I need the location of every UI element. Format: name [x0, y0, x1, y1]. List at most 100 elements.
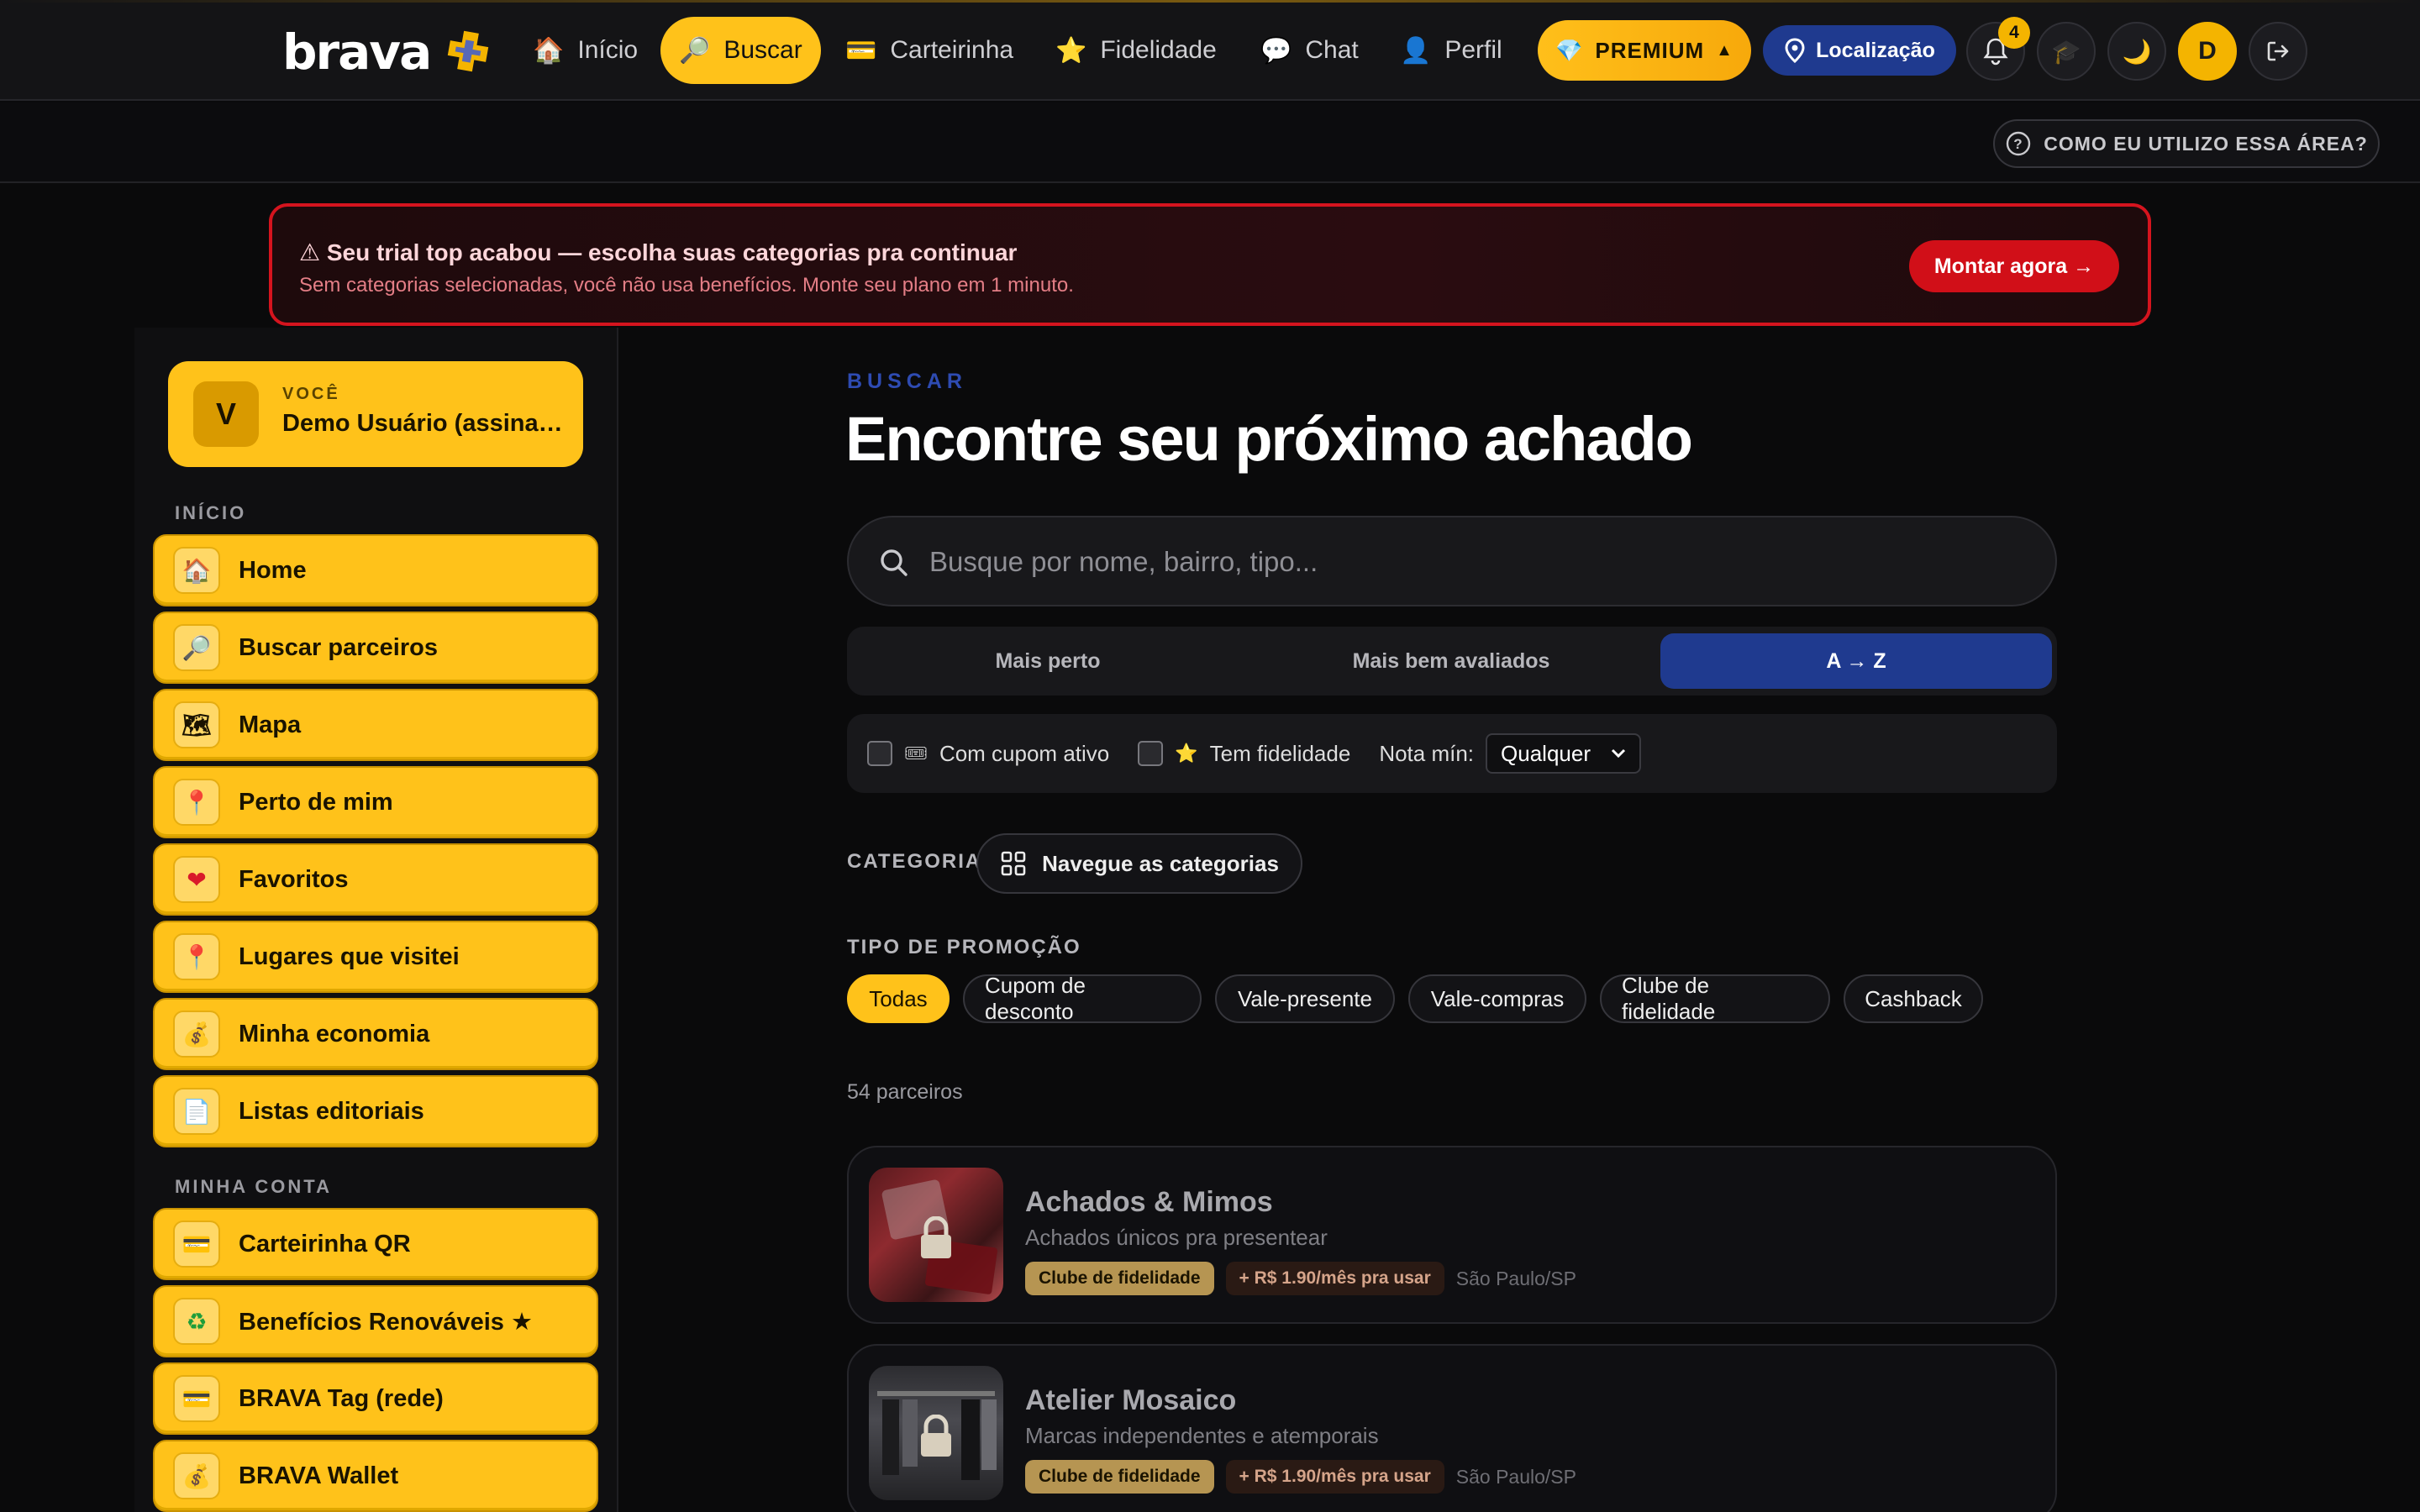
- search-input[interactable]: [929, 536, 2022, 588]
- coupon-checkbox[interactable]: [867, 741, 892, 766]
- partner-tags: Clube de fidelidade + R$ 1.90/mês pra us…: [1025, 1262, 1576, 1295]
- loyalty-filter-label: Tem fidelidade: [1209, 740, 1351, 766]
- chip-clube-de-fidelidade[interactable]: Clube de fidelidade: [1600, 973, 1830, 1024]
- sidebar-item-mapa[interactable]: 🗺 Mapa: [153, 689, 598, 761]
- tab-a-z[interactable]: A → Z: [1660, 633, 2052, 689]
- graduation-button[interactable]: 🎓: [2037, 22, 2096, 81]
- logout-button[interactable]: [2249, 22, 2307, 81]
- chip-cupom-de-desconto[interactable]: Cupom de desconto: [963, 973, 1202, 1024]
- sidebar-item-perto-de-mim[interactable]: 📍 Perto de mim: [153, 766, 598, 838]
- browse-categories-label: Navegue as categorias: [1042, 850, 1279, 876]
- partner-city: São Paulo/SP: [1455, 1465, 1576, 1488]
- nav-fidelidade[interactable]: ⭐ Fidelidade: [1037, 17, 1235, 84]
- sub-toolbar: ? COMO EU UTILIZO ESSA ÁREA?: [0, 102, 2420, 183]
- nav-chat[interactable]: 💬 Chat: [1242, 17, 1377, 84]
- location-button[interactable]: Localização: [1763, 25, 1956, 76]
- search-icon: [881, 549, 908, 576]
- document-icon: 📄: [173, 1088, 220, 1135]
- sidebar-item-label: Benefícios Renováveis ★: [239, 1308, 533, 1336]
- graduation-cap-icon: 🎓: [2051, 38, 2081, 65]
- svg-text:?: ?: [2014, 136, 2023, 152]
- sidebar-item-home[interactable]: 🏠 Home: [153, 534, 598, 606]
- partner-description: Marcas independentes e atemporais: [1025, 1423, 1379, 1448]
- sidebar-item-label: Lugares que visitei: [239, 942, 460, 970]
- nav-buscar[interactable]: 🔎 Buscar: [660, 17, 821, 84]
- help-button[interactable]: ? COMO EU UTILIZO ESSA ÁREA?: [1993, 119, 2380, 168]
- sidebar-section-title: INÍCIO: [175, 502, 247, 523]
- tab-mais-perto[interactable]: Mais perto: [852, 633, 1244, 689]
- chip-vale-compras[interactable]: Vale-compras: [1408, 974, 1586, 1023]
- nav-label: Início: [577, 36, 639, 64]
- chip-todas[interactable]: Todas: [847, 974, 950, 1023]
- sidebar-item-label: Favoritos: [239, 865, 349, 893]
- sidebar-item-label: Buscar parceiros: [239, 633, 438, 661]
- sidebar-item-carteirinha-qr[interactable]: 💳 Carteirinha QR: [153, 1208, 598, 1280]
- pin-icon: 📍: [173, 779, 220, 826]
- star-icon: ⭐: [1175, 743, 1198, 764]
- sidebar: V VOCÊ Demo Usuário (assinante) INÍCIO 🏠…: [134, 328, 618, 1512]
- nav-perfil[interactable]: 👤 Perfil: [1381, 17, 1521, 84]
- promo-type-badge: Clube de fidelidade: [1025, 1262, 1214, 1295]
- question-icon: ?: [2007, 131, 2031, 156]
- partner-name: Achados & Mimos: [1025, 1186, 1273, 1218]
- person-icon: 👤: [1400, 36, 1432, 65]
- sidebar-item-lugares-visitados[interactable]: 📍 Lugares que visitei: [153, 921, 598, 993]
- chevron-down-icon: [1611, 748, 1626, 759]
- promo-type-label: TIPO DE PROMOÇÃO: [847, 936, 1081, 958]
- sidebar-item-listas-editoriais[interactable]: 📄 Listas editoriais: [153, 1075, 598, 1147]
- filters-bar: 🎟 Com cupom ativo ⭐ Tem fidelidade Nota …: [847, 714, 2057, 793]
- price-badge: + R$ 1.90/mês pra usar: [1225, 1262, 1444, 1295]
- partner-card[interactable]: Atelier Mosaico Marcas independentes e a…: [847, 1344, 2057, 1512]
- min-rating-label: Nota mín:: [1379, 740, 1475, 766]
- sidebar-item-favoritos[interactable]: ❤ Favoritos: [153, 843, 598, 916]
- nav-label: Chat: [1305, 36, 1359, 64]
- notifications-badge: 4: [1998, 17, 2030, 49]
- tab-mais-bem-avaliados[interactable]: Mais bem avaliados: [1255, 633, 1647, 689]
- user-card-avatar: V: [193, 381, 259, 447]
- grid-icon: [1001, 851, 1026, 876]
- page-kicker: BUSCAR: [847, 370, 967, 393]
- min-rating-select[interactable]: Qualquer: [1486, 733, 1641, 774]
- nav-inicio[interactable]: 🏠 Início: [514, 17, 656, 84]
- diamond-icon: 💎: [1555, 37, 1584, 63]
- sidebar-item-label: BRAVA Tag (rede): [239, 1384, 444, 1412]
- chip-vale-presente[interactable]: Vale-presente: [1215, 974, 1395, 1023]
- house-icon: 🏠: [533, 36, 565, 65]
- map-icon: 🗺: [173, 701, 220, 748]
- results-count: 54 parceiros: [847, 1080, 963, 1104]
- nav-label: Fidelidade: [1100, 36, 1217, 64]
- sidebar-item-label: Mapa: [239, 711, 302, 738]
- sidebar-item-beneficios-renovaveis[interactable]: ♻ Benefícios Renováveis ★: [153, 1285, 598, 1357]
- build-plan-button[interactable]: Montar agora →: [1909, 240, 2119, 292]
- sidebar-item-brava-tag[interactable]: 💳 BRAVA Tag (rede): [153, 1362, 598, 1435]
- browse-categories-button[interactable]: Navegue as categorias: [976, 833, 1302, 894]
- moon-icon: 🌙: [2122, 38, 2152, 65]
- nav-label: Carteirinha: [890, 36, 1014, 64]
- chip-cashback[interactable]: Cashback: [1844, 974, 1983, 1023]
- nav-carteirinha[interactable]: 💳 Carteirinha: [827, 17, 1032, 84]
- user-card-kicker: VOCÊ: [282, 385, 340, 403]
- lock-icon: [921, 1415, 951, 1457]
- house-icon: 🏠: [173, 547, 220, 594]
- help-label: COMO EU UTILIZO ESSA ÁREA?: [2044, 132, 2368, 155]
- sidebar-item-minha-economia[interactable]: 💰 Minha economia: [153, 998, 598, 1070]
- theme-toggle-button[interactable]: 🌙: [2107, 22, 2166, 81]
- search-box: [847, 516, 2057, 606]
- category-label: CATEGORIA: [847, 850, 982, 873]
- alert-title: ⚠ Seu trial top acabou — escolha suas ca…: [299, 239, 1018, 265]
- coupon-filter-label: Com cupom ativo: [939, 740, 1110, 766]
- magnifier-icon: 🔎: [679, 36, 711, 65]
- sidebar-item-label: Listas editoriais: [239, 1097, 424, 1125]
- user-avatar[interactable]: D: [2178, 22, 2237, 81]
- premium-button[interactable]: 💎 PREMIUM ▲: [1538, 20, 1751, 81]
- brand-logo[interactable]: brava: [282, 24, 432, 81]
- loyalty-checkbox[interactable]: [1138, 741, 1164, 766]
- partner-card[interactable]: Achados & Mimos Achados únicos pra prese…: [847, 1146, 2057, 1324]
- heart-icon: ❤: [173, 856, 220, 903]
- user-card[interactable]: V VOCÊ Demo Usuário (assinante): [168, 361, 583, 467]
- user-card-name: Demo Usuário (assinante): [282, 410, 565, 437]
- sidebar-item-brava-wallet[interactable]: 💰 BRAVA Wallet: [153, 1440, 598, 1512]
- chat-icon: 💬: [1260, 36, 1292, 65]
- sidebar-item-buscar-parceiros[interactable]: 🔎 Buscar parceiros: [153, 612, 598, 684]
- magnifier-icon: 🔎: [173, 624, 220, 671]
